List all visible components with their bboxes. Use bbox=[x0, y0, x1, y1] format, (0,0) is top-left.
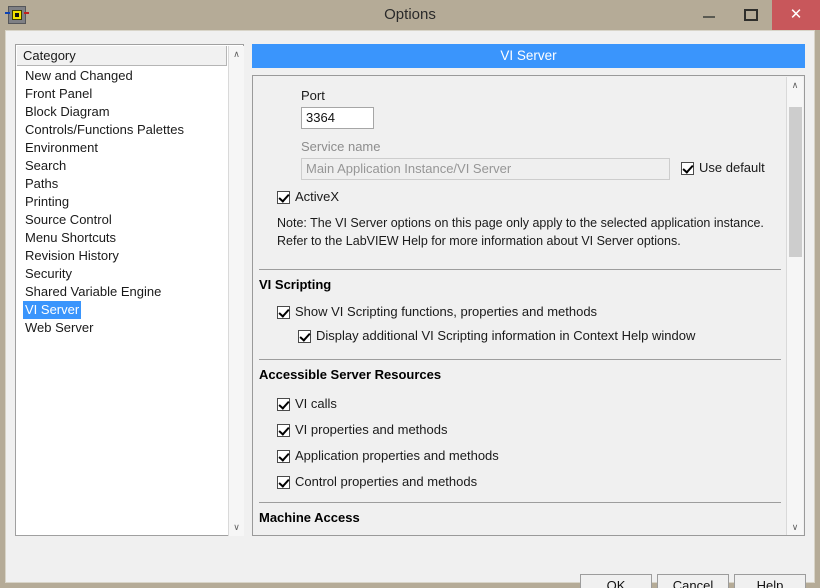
service-name-input[interactable]: Main Application Instance/VI Server bbox=[301, 158, 670, 180]
checkbox-icon bbox=[277, 306, 290, 319]
options-dialog-window: Options ✕ Category New and Changed Front… bbox=[0, 0, 820, 588]
port-input[interactable]: 3364 bbox=[301, 107, 374, 129]
sidebar-item-front-panel[interactable]: Front Panel bbox=[17, 85, 227, 103]
checkbox-icon bbox=[681, 162, 694, 175]
sidebar-item-revision-history[interactable]: Revision History bbox=[17, 247, 227, 265]
sidebar-item-label: Revision History bbox=[25, 248, 119, 263]
sidebar-item-new-and-changed[interactable]: New and Changed bbox=[17, 67, 227, 85]
minimize-button[interactable] bbox=[688, 0, 730, 30]
category-header: Category bbox=[17, 46, 227, 66]
port-label: Port bbox=[301, 88, 325, 103]
category-scrollbar[interactable]: ∧ ∨ bbox=[228, 46, 244, 536]
minimize-icon bbox=[703, 16, 715, 18]
close-button[interactable]: ✕ bbox=[772, 0, 820, 30]
sidebar-item-label: Security bbox=[25, 266, 72, 281]
vi-server-note: Note: The VI Server options on this page… bbox=[277, 216, 764, 248]
use-default-label: Use default bbox=[699, 160, 765, 175]
display-additional-info-label: Display additional VI Scripting informat… bbox=[316, 328, 696, 343]
settings-content: Port 3364 Service name Main Application … bbox=[253, 76, 787, 535]
section-title-vi-scripting: VI Scripting bbox=[259, 277, 332, 292]
checkbox-icon bbox=[298, 330, 311, 343]
section-title-machine-access: Machine Access bbox=[259, 510, 360, 525]
sidebar-item-label: Block Diagram bbox=[25, 104, 110, 119]
sidebar-item-search[interactable]: Search bbox=[17, 157, 227, 175]
sidebar-item-label: Printing bbox=[25, 194, 70, 209]
settings-pane: VI Server Port 3364 Service name Main Ap… bbox=[252, 44, 805, 536]
ok-button[interactable]: OK bbox=[580, 574, 652, 588]
dialog-body: Category New and Changed Front Panel Blo… bbox=[5, 30, 815, 588]
sidebar-item-label: VI Server bbox=[23, 301, 82, 319]
scrollbar-thumb[interactable] bbox=[789, 107, 802, 257]
application-properties-methods-checkbox[interactable]: Application properties and methods bbox=[277, 448, 499, 464]
sidebar-item-label: Front Panel bbox=[25, 86, 93, 101]
use-default-checkbox[interactable]: Use default bbox=[681, 160, 765, 176]
sidebar-item-web-server[interactable]: Web Server bbox=[17, 319, 227, 337]
sidebar-item-printing[interactable]: Printing bbox=[17, 193, 227, 211]
scroll-up-icon[interactable]: ∧ bbox=[787, 77, 803, 94]
category-list[interactable]: New and Changed Front Panel Block Diagra… bbox=[17, 67, 227, 535]
sidebar-item-vi-server[interactable]: VI Server bbox=[17, 301, 227, 319]
section-divider bbox=[259, 502, 781, 503]
sidebar-item-security[interactable]: Security bbox=[17, 265, 227, 283]
application-properties-methods-label: Application properties and methods bbox=[295, 448, 499, 463]
sidebar-item-label: Search bbox=[25, 158, 67, 173]
sidebar-item-label: Web Server bbox=[25, 320, 94, 335]
close-icon: ✕ bbox=[789, 6, 803, 23]
vi-properties-methods-label: VI properties and methods bbox=[295, 422, 448, 437]
sidebar-item-label: Controls/Functions Palettes bbox=[25, 122, 184, 137]
section-title-accessible-server-resources: Accessible Server Resources bbox=[259, 367, 442, 382]
sidebar-item-menu-shortcuts[interactable]: Menu Shortcuts bbox=[17, 229, 227, 247]
checkbox-icon bbox=[277, 398, 290, 411]
checkbox-icon bbox=[277, 424, 290, 437]
scroll-down-icon[interactable]: ∨ bbox=[229, 519, 244, 536]
sidebar-item-label: Menu Shortcuts bbox=[25, 230, 117, 245]
control-properties-methods-label: Control properties and methods bbox=[295, 474, 478, 489]
control-properties-methods-checkbox[interactable]: Control properties and methods bbox=[277, 474, 477, 490]
sidebar-item-controls-functions-palettes[interactable]: Controls/Functions Palettes bbox=[17, 121, 227, 139]
vi-calls-checkbox[interactable]: VI calls bbox=[277, 396, 337, 412]
show-vi-scripting-checkbox[interactable]: Show VI Scripting functions, properties … bbox=[277, 304, 597, 320]
sidebar-item-label: Paths bbox=[25, 176, 59, 191]
help-button[interactable]: Help bbox=[734, 574, 806, 588]
sidebar-item-paths[interactable]: Paths bbox=[17, 175, 227, 193]
sidebar-item-label: Shared Variable Engine bbox=[25, 284, 162, 299]
maximize-button[interactable] bbox=[730, 0, 772, 30]
show-vi-scripting-label: Show VI Scripting functions, properties … bbox=[295, 304, 598, 319]
title-bar: Options ✕ bbox=[0, 0, 820, 30]
activex-label: ActiveX bbox=[295, 189, 340, 204]
sidebar-item-block-diagram[interactable]: Block Diagram bbox=[17, 103, 227, 121]
maximize-icon bbox=[744, 9, 758, 21]
sidebar-item-label: Environment bbox=[25, 140, 98, 155]
sidebar-item-environment[interactable]: Environment bbox=[17, 139, 227, 157]
settings-scrollbar[interactable]: ∧ ∨ bbox=[786, 77, 803, 535]
display-additional-info-checkbox[interactable]: Display additional VI Scripting informat… bbox=[298, 328, 695, 344]
section-divider bbox=[259, 359, 781, 360]
activex-checkbox[interactable]: ActiveX bbox=[277, 189, 339, 205]
sidebar-item-label: New and Changed bbox=[25, 68, 133, 83]
vi-calls-label: VI calls bbox=[295, 396, 337, 411]
sidebar-item-label: Source Control bbox=[25, 212, 112, 227]
section-divider bbox=[259, 269, 781, 270]
checkbox-icon bbox=[277, 191, 290, 204]
vi-properties-methods-checkbox[interactable]: VI properties and methods bbox=[277, 422, 447, 438]
page-title: VI Server bbox=[252, 44, 805, 68]
service-name-label: Service name bbox=[301, 139, 381, 154]
category-panel: Category New and Changed Front Panel Blo… bbox=[15, 44, 244, 536]
scroll-up-icon[interactable]: ∧ bbox=[229, 46, 244, 63]
checkbox-icon bbox=[277, 476, 290, 489]
settings-content-box: Port 3364 Service name Main Application … bbox=[252, 75, 805, 536]
sidebar-item-shared-variable-engine[interactable]: Shared Variable Engine bbox=[17, 283, 227, 301]
scroll-down-icon[interactable]: ∨ bbox=[787, 519, 803, 535]
cancel-button[interactable]: Cancel bbox=[657, 574, 729, 588]
sidebar-item-source-control[interactable]: Source Control bbox=[17, 211, 227, 229]
checkbox-icon bbox=[277, 450, 290, 463]
